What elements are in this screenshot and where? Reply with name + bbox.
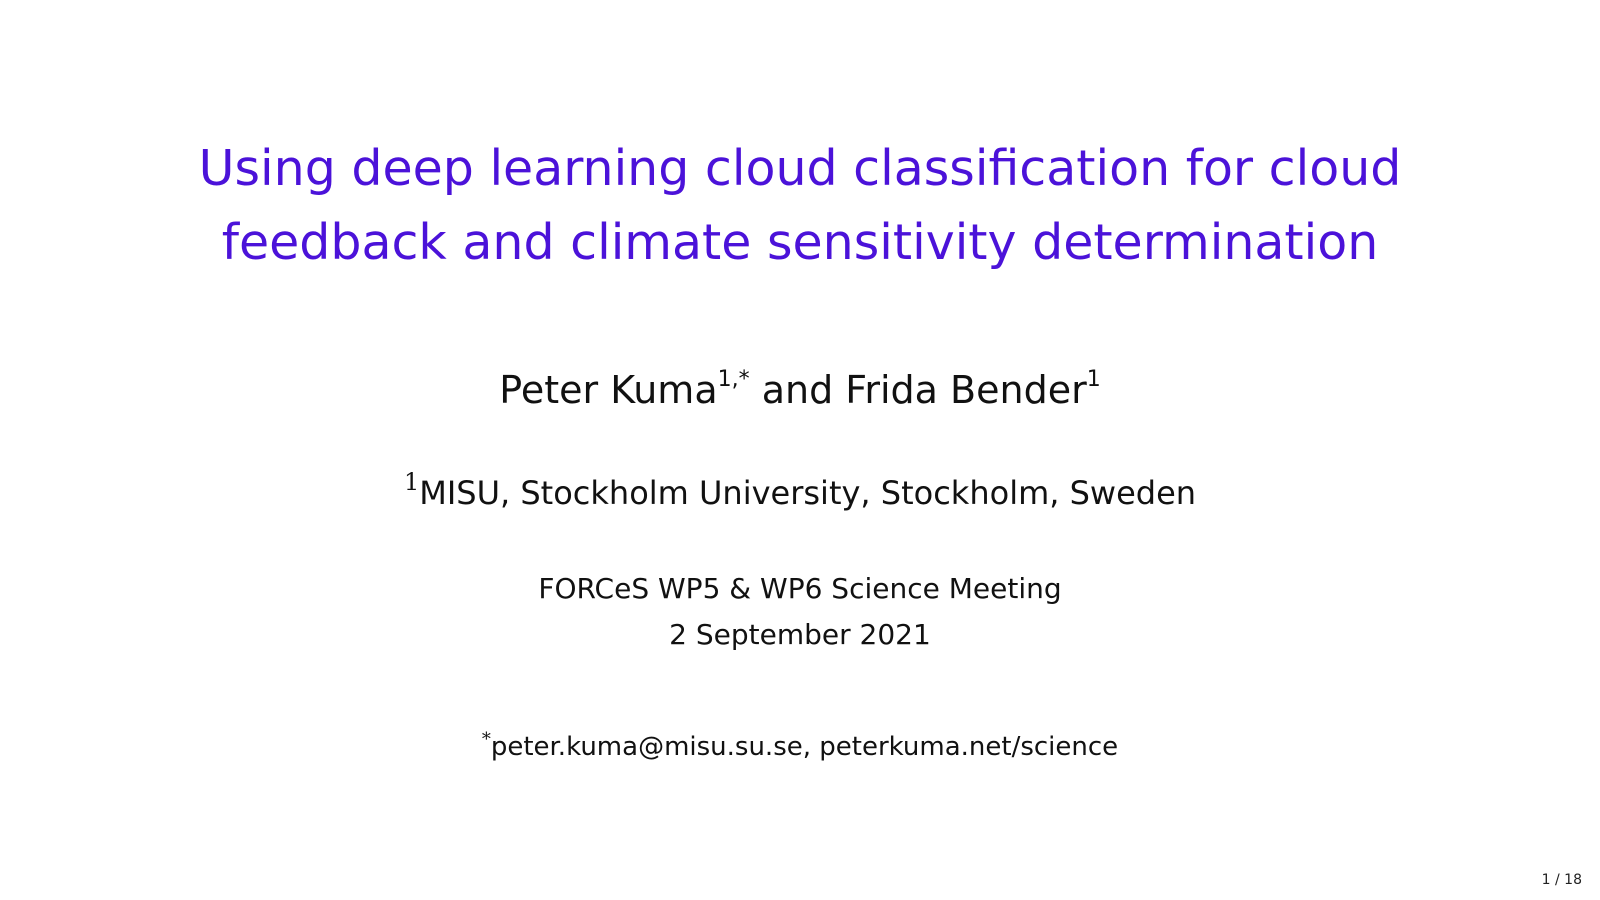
- title-line-1: Using deep learning cloud classification…: [198, 140, 1402, 197]
- page-title: Using deep learning cloud classification…: [0, 132, 1600, 280]
- affiliation-text: MISU, Stockholm University, Stockholm, S…: [419, 474, 1197, 512]
- meeting-name: FORCeS WP5 & WP6 Science Meeting: [538, 572, 1062, 605]
- meeting-date: 2 September 2021: [669, 618, 931, 651]
- meeting-info: FORCeS WP5 & WP6 Science Meeting 2 Septe…: [0, 566, 1600, 658]
- author-affiliation-marks: 1,*: [717, 367, 750, 392]
- author-affiliation-marks: 1: [1086, 367, 1101, 392]
- title-line-2: feedback and climate sensitivity determi…: [221, 214, 1379, 271]
- affiliation-line: 1MISU, Stockholm University, Stockholm, …: [0, 470, 1600, 514]
- contact-mark: *: [481, 729, 491, 750]
- affiliation-mark: 1: [403, 468, 420, 496]
- title-slide: Using deep learning cloud classification…: [0, 0, 1600, 900]
- author-name: Peter Kuma: [499, 368, 718, 412]
- author-conjunction: and: [749, 368, 846, 412]
- contact-line: *peter.kuma@misu.su.se, peterkuma.net/sc…: [0, 730, 1600, 764]
- authors-line: Peter Kuma1,* and Frida Bender1: [0, 366, 1600, 414]
- page-indicator: 1 / 18: [1541, 872, 1582, 888]
- contact-text: peter.kuma@misu.su.se, peterkuma.net/sci…: [490, 732, 1119, 762]
- author-name: Frida Bender: [845, 368, 1087, 412]
